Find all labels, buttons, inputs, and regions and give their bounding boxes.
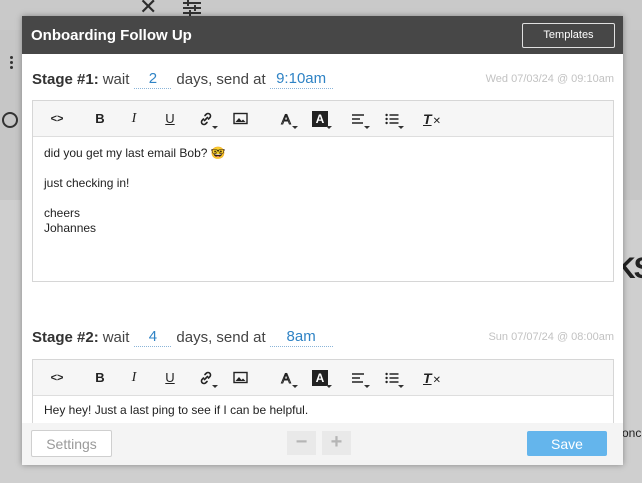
list-icon[interactable] bbox=[383, 108, 404, 130]
editor-line: did you get my last email Bob? 🤓 bbox=[44, 146, 226, 160]
modal-title: Onboarding Follow Up bbox=[31, 26, 192, 44]
modal-body[interactable]: Stage #1: wait days, send at Wed 07/03/2… bbox=[22, 54, 623, 423]
stage-2-header: Stage #2: wait days, send at Sun 07/07/2… bbox=[32, 325, 614, 349]
save-button[interactable]: Save bbox=[527, 431, 607, 456]
underline-icon[interactable]: U bbox=[161, 108, 179, 130]
background-text-fragment: onc bbox=[622, 426, 642, 440]
editor-line: just checking in! bbox=[44, 176, 130, 190]
bold-icon[interactable]: B bbox=[91, 367, 109, 389]
image-icon[interactable] bbox=[231, 108, 249, 130]
code-icon[interactable]: <> bbox=[47, 367, 67, 389]
stage-1-editor-toolbar: <> B I U A A T ✕ bbox=[33, 101, 613, 137]
stage-2-date: Sun 07/07/24 @ 08:00am bbox=[488, 331, 614, 343]
stage-2-wait-days-input[interactable] bbox=[134, 327, 172, 347]
background-more-icon bbox=[10, 56, 14, 71]
text-color-icon[interactable]: A bbox=[277, 108, 298, 130]
remove-stage-button[interactable]: − bbox=[287, 431, 316, 455]
editor-line: Johannes bbox=[44, 221, 97, 235]
background-color-icon[interactable]: A bbox=[311, 367, 332, 389]
stage-1-editor: <> B I U A A T ✕ did you get my last ema… bbox=[32, 100, 614, 282]
modal-header: Onboarding Follow Up Templates bbox=[22, 16, 623, 54]
underline-icon[interactable]: U bbox=[161, 367, 179, 389]
bold-icon[interactable]: B bbox=[91, 108, 109, 130]
background-color-icon[interactable]: A bbox=[311, 108, 332, 130]
stage-2-send-time-input[interactable] bbox=[269, 327, 333, 347]
stage-wait-text: wait bbox=[102, 328, 130, 346]
modal-footer: Settings − + Save bbox=[22, 423, 623, 465]
clear-format-icon[interactable]: T ✕ bbox=[423, 108, 441, 130]
link-icon[interactable] bbox=[197, 367, 218, 389]
stage-2-editor-toolbar: <> B I U A A T ✕ bbox=[33, 360, 613, 396]
link-icon[interactable] bbox=[197, 108, 218, 130]
italic-icon[interactable]: I bbox=[125, 367, 143, 389]
add-stage-button[interactable]: + bbox=[322, 431, 351, 455]
italic-icon[interactable]: I bbox=[125, 108, 143, 130]
image-icon[interactable] bbox=[231, 367, 249, 389]
background-filter-icon bbox=[183, 0, 201, 16]
stage-2-label: Stage #2: bbox=[32, 328, 99, 346]
templates-button[interactable]: Templates bbox=[522, 22, 615, 48]
stage-send-at-text: days, send at bbox=[176, 70, 266, 88]
list-icon[interactable] bbox=[383, 367, 404, 389]
settings-button[interactable]: Settings bbox=[31, 430, 112, 457]
editor-line: Hey hey! Just a last ping to see if I ca… bbox=[44, 403, 309, 417]
editor-line: cheers bbox=[44, 206, 81, 220]
clear-format-icon[interactable]: T ✕ bbox=[423, 367, 441, 389]
stage-1-send-time-input[interactable] bbox=[269, 69, 333, 89]
editor-line bbox=[44, 161, 602, 176]
text-color-icon[interactable]: A bbox=[277, 367, 298, 389]
background-circle-icon bbox=[2, 112, 18, 128]
align-icon[interactable] bbox=[349, 108, 370, 130]
align-icon[interactable] bbox=[349, 367, 370, 389]
stage-send-at-text: days, send at bbox=[176, 328, 266, 346]
stage-1-wait-days-input[interactable] bbox=[134, 69, 172, 89]
stage-1-header: Stage #1: wait days, send at Wed 07/03/2… bbox=[32, 67, 614, 91]
code-icon[interactable]: <> bbox=[47, 108, 67, 130]
onboarding-follow-up-modal: Onboarding Follow Up Templates Stage #1:… bbox=[22, 16, 623, 465]
stage-wait-text: wait bbox=[102, 70, 130, 88]
stage-2-editor-content[interactable]: Hey hey! Just a last ping to see if I ca… bbox=[33, 396, 613, 423]
stage-1-editor-content[interactable]: did you get my last email Bob? 🤓 just ch… bbox=[33, 137, 613, 245]
stage-1-label: Stage #1: bbox=[32, 70, 99, 88]
editor-line bbox=[44, 191, 602, 206]
stage-1-date: Wed 07/03/24 @ 09:10am bbox=[485, 73, 614, 85]
stage-2-editor: <> B I U A A T ✕ Hey hey! Just a last pi… bbox=[32, 359, 614, 423]
